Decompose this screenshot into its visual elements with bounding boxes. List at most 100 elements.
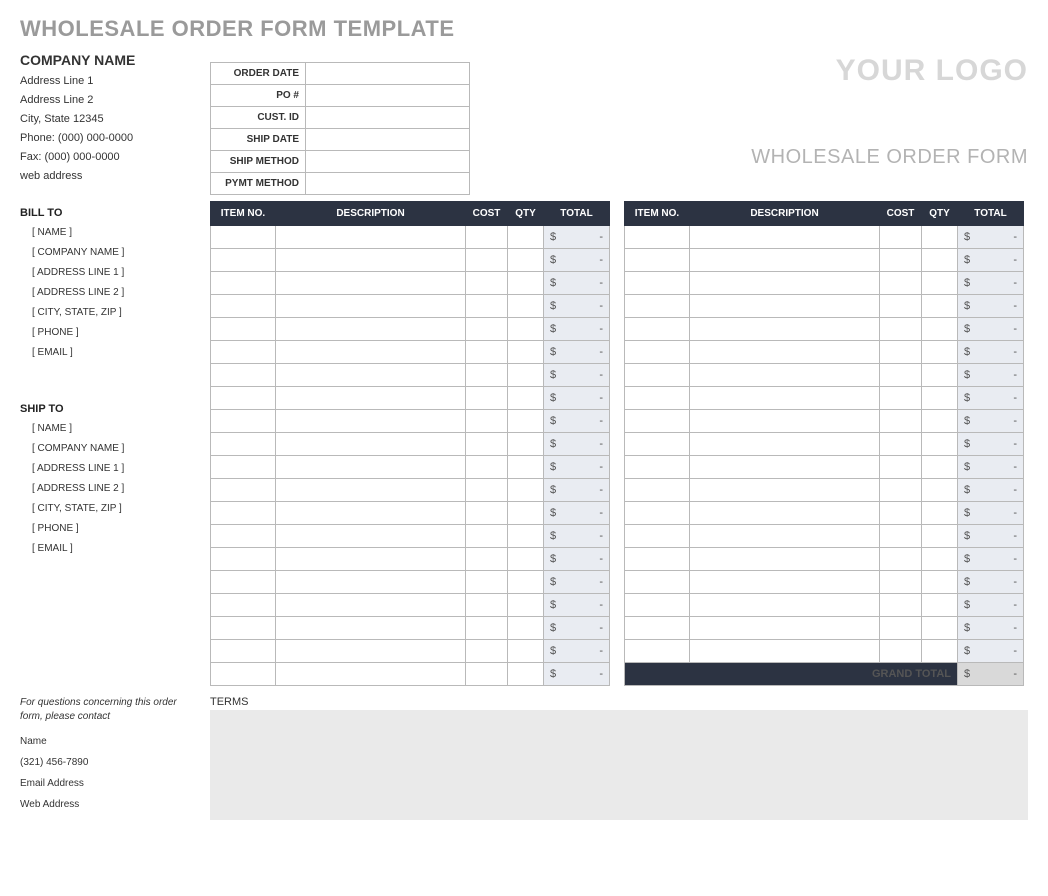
item-no-cell[interactable]: [625, 525, 690, 548]
qty-cell[interactable]: [508, 479, 544, 502]
cost-cell[interactable]: [466, 295, 508, 318]
description-cell[interactable]: [690, 364, 880, 387]
qty-cell[interactable]: [508, 663, 544, 686]
cost-cell[interactable]: [880, 548, 922, 571]
item-no-cell[interactable]: [211, 594, 276, 617]
qty-cell[interactable]: [508, 226, 544, 249]
description-cell[interactable]: [690, 548, 880, 571]
item-no-cell[interactable]: [625, 295, 690, 318]
cost-cell[interactable]: [880, 318, 922, 341]
description-cell[interactable]: [690, 479, 880, 502]
ship-to-field[interactable]: [ CITY, STATE, ZIP ]: [32, 503, 190, 514]
qty-cell[interactable]: [922, 341, 958, 364]
qty-cell[interactable]: [508, 341, 544, 364]
meta-po-value[interactable]: [306, 85, 470, 107]
item-no-cell[interactable]: [211, 387, 276, 410]
meta-custid-value[interactable]: [306, 107, 470, 129]
description-cell[interactable]: [690, 387, 880, 410]
qty-cell[interactable]: [508, 272, 544, 295]
meta-shipmethod-value[interactable]: [306, 151, 470, 173]
cost-cell[interactable]: [880, 341, 922, 364]
qty-cell[interactable]: [922, 318, 958, 341]
description-cell[interactable]: [276, 525, 466, 548]
qty-cell[interactable]: [508, 502, 544, 525]
qty-cell[interactable]: [922, 456, 958, 479]
description-cell[interactable]: [276, 272, 466, 295]
description-cell[interactable]: [690, 456, 880, 479]
cost-cell[interactable]: [466, 387, 508, 410]
description-cell[interactable]: [690, 249, 880, 272]
meta-pymtmethod-value[interactable]: [306, 173, 470, 195]
cost-cell[interactable]: [466, 548, 508, 571]
ship-to-field[interactable]: [ NAME ]: [32, 423, 190, 434]
item-no-cell[interactable]: [211, 249, 276, 272]
description-cell[interactable]: [690, 594, 880, 617]
item-no-cell[interactable]: [625, 318, 690, 341]
meta-shipdate-value[interactable]: [306, 129, 470, 151]
description-cell[interactable]: [276, 433, 466, 456]
qty-cell[interactable]: [922, 617, 958, 640]
item-no-cell[interactable]: [625, 272, 690, 295]
qty-cell[interactable]: [922, 387, 958, 410]
description-cell[interactable]: [276, 594, 466, 617]
cost-cell[interactable]: [466, 640, 508, 663]
cost-cell[interactable]: [466, 249, 508, 272]
description-cell[interactable]: [276, 318, 466, 341]
qty-cell[interactable]: [508, 525, 544, 548]
qty-cell[interactable]: [508, 318, 544, 341]
qty-cell[interactable]: [922, 548, 958, 571]
item-no-cell[interactable]: [625, 456, 690, 479]
cost-cell[interactable]: [880, 479, 922, 502]
cost-cell[interactable]: [880, 387, 922, 410]
item-no-cell[interactable]: [211, 617, 276, 640]
item-no-cell[interactable]: [211, 548, 276, 571]
qty-cell[interactable]: [508, 249, 544, 272]
item-no-cell[interactable]: [211, 640, 276, 663]
qty-cell[interactable]: [508, 548, 544, 571]
item-no-cell[interactable]: [211, 410, 276, 433]
description-cell[interactable]: [276, 617, 466, 640]
description-cell[interactable]: [276, 387, 466, 410]
cost-cell[interactable]: [466, 594, 508, 617]
description-cell[interactable]: [690, 318, 880, 341]
description-cell[interactable]: [276, 502, 466, 525]
meta-order-date-value[interactable]: [306, 63, 470, 85]
item-no-cell[interactable]: [211, 341, 276, 364]
description-cell[interactable]: [276, 410, 466, 433]
cost-cell[interactable]: [466, 433, 508, 456]
item-no-cell[interactable]: [211, 295, 276, 318]
description-cell[interactable]: [690, 226, 880, 249]
item-no-cell[interactable]: [625, 548, 690, 571]
item-no-cell[interactable]: [211, 571, 276, 594]
cost-cell[interactable]: [880, 502, 922, 525]
bill-to-field[interactable]: [ CITY, STATE, ZIP ]: [32, 307, 190, 318]
qty-cell[interactable]: [922, 295, 958, 318]
description-cell[interactable]: [276, 249, 466, 272]
cost-cell[interactable]: [466, 617, 508, 640]
bill-to-field[interactable]: [ PHONE ]: [32, 327, 190, 338]
qty-cell[interactable]: [922, 226, 958, 249]
description-cell[interactable]: [690, 272, 880, 295]
description-cell[interactable]: [276, 548, 466, 571]
description-cell[interactable]: [276, 364, 466, 387]
bill-to-field[interactable]: [ COMPANY NAME ]: [32, 247, 190, 258]
qty-cell[interactable]: [922, 594, 958, 617]
bill-to-field[interactable]: [ ADDRESS LINE 2 ]: [32, 287, 190, 298]
ship-to-field[interactable]: [ EMAIL ]: [32, 543, 190, 554]
item-no-cell[interactable]: [211, 364, 276, 387]
description-cell[interactable]: [690, 295, 880, 318]
description-cell[interactable]: [276, 456, 466, 479]
qty-cell[interactable]: [922, 640, 958, 663]
cost-cell[interactable]: [466, 479, 508, 502]
cost-cell[interactable]: [880, 410, 922, 433]
item-no-cell[interactable]: [211, 456, 276, 479]
item-no-cell[interactable]: [625, 617, 690, 640]
qty-cell[interactable]: [508, 456, 544, 479]
description-cell[interactable]: [276, 341, 466, 364]
cost-cell[interactable]: [880, 249, 922, 272]
description-cell[interactable]: [690, 617, 880, 640]
item-no-cell[interactable]: [211, 318, 276, 341]
description-cell[interactable]: [690, 502, 880, 525]
cost-cell[interactable]: [880, 433, 922, 456]
description-cell[interactable]: [690, 571, 880, 594]
